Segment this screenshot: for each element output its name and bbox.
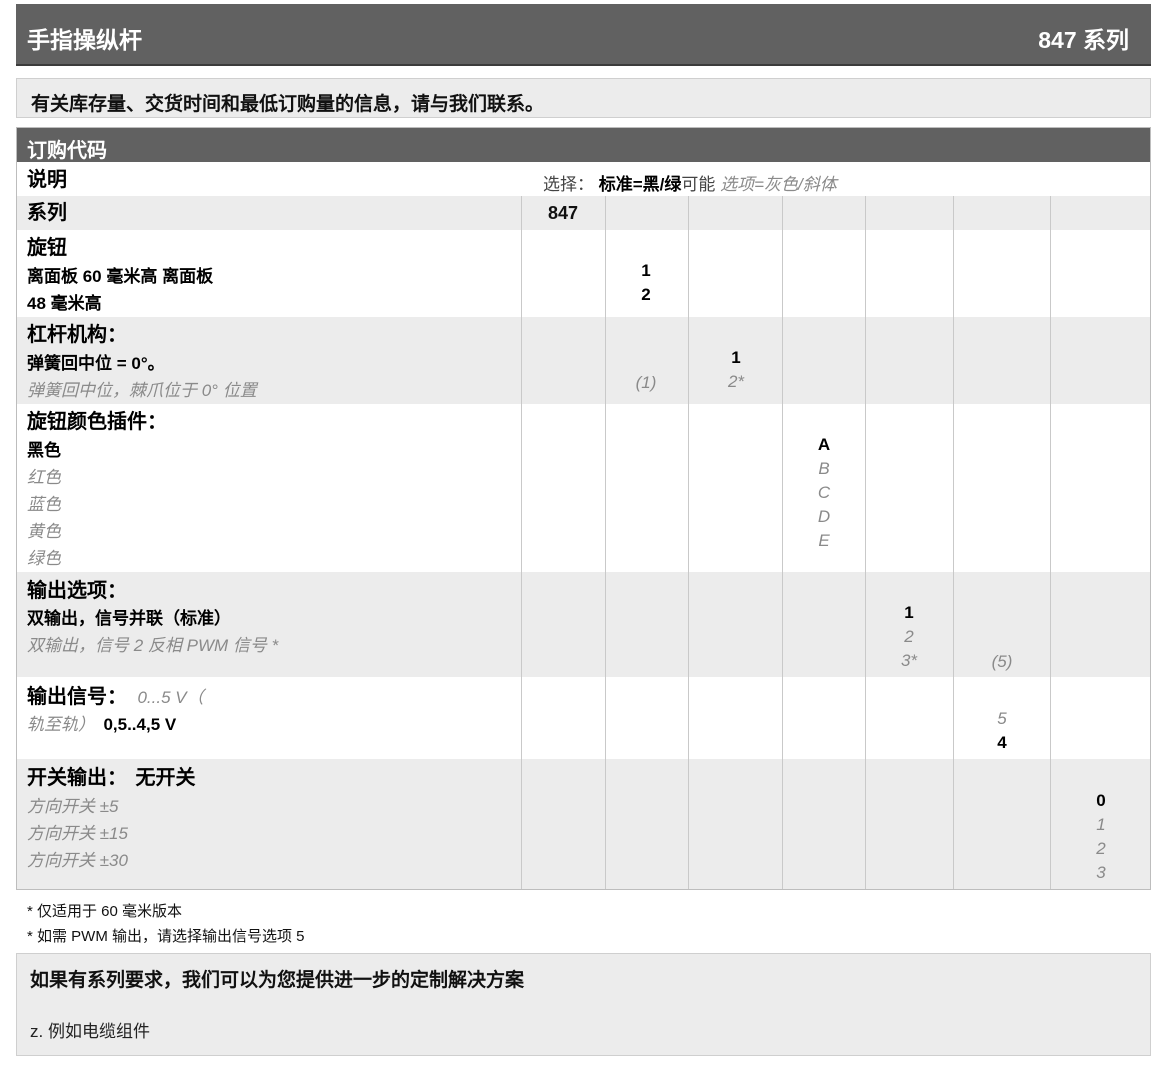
column-divider xyxy=(605,196,606,889)
output-code-1: 1 xyxy=(904,603,914,622)
column-divider xyxy=(782,196,783,889)
signal-line-2: 轨至轨） 0,5..4,5 V xyxy=(27,711,176,739)
table-header: 订购代码 xyxy=(17,128,1150,162)
color-blue: 蓝色 xyxy=(27,495,61,514)
switch-line-1: 开关输出： 无开关 xyxy=(27,765,195,793)
color-green: 绿色 xyxy=(27,549,61,568)
color-red: 红色 xyxy=(27,468,61,487)
column-divider xyxy=(953,196,954,889)
knob-code-1: 1 xyxy=(641,261,651,280)
footnote-2: * 如需 PWM 输出，请选择输出信号选项 5 xyxy=(27,928,305,945)
notice-box: 有关库存量、交货时间和最低订购量的信息，请与我们联系。 xyxy=(16,78,1151,118)
lever-option-detent: 弹簧回中位，棘爪位于 0° 位置 xyxy=(27,381,257,400)
signal-line-1: 输出信号： 0...5 V（ xyxy=(27,684,204,712)
color-code-a: A xyxy=(817,435,831,454)
lever-code-2: 2* xyxy=(727,372,745,391)
custom-solutions-box: 如果有系列要求，我们可以为您提供进一步的定制解决方案 z. 例如电缆组件 xyxy=(16,953,1151,1056)
column-divider xyxy=(521,196,522,889)
output-heading: 输出选项： xyxy=(27,580,127,602)
series-title: 847 系列 xyxy=(1038,27,1129,53)
lever-code-1: 1 xyxy=(731,348,741,367)
legend-text: 选择： 标准=黑/绿可能 选项=灰色/斜体 xyxy=(543,170,837,195)
signal-heading: 输出信号： xyxy=(27,686,127,708)
output-option-parallel: 双输出，信号并联（标准） xyxy=(27,609,231,628)
switch-option-15: 方向开关 ±15 xyxy=(27,824,128,843)
series-code: 847 xyxy=(548,203,579,223)
custom-title: 如果有系列要求，我们可以为您提供进一步的定制解决方案 xyxy=(30,970,525,991)
series-label: 系列 xyxy=(27,202,67,224)
knob-option-1: 离面板 60 毫米高 离面板 xyxy=(27,267,214,286)
column-divider xyxy=(688,196,689,889)
notice-text: 有关库存量、交货时间和最低订购量的信息，请与我们联系。 xyxy=(31,94,545,115)
output-option-inverted: 双输出，信号 2 反相 PWM 信号 * xyxy=(27,636,279,655)
switch-code-0: 0 xyxy=(1096,791,1106,810)
switch-option-5: 方向开关 ±5 xyxy=(27,797,119,816)
page-title: 手指操纵杆 xyxy=(27,27,142,53)
switch-standard: 无开关 xyxy=(135,767,196,789)
color-code-e: E xyxy=(818,531,830,550)
legend-options: 选项=灰色/斜体 xyxy=(720,175,837,194)
switch-heading: 开关输出： xyxy=(27,767,127,789)
footnote-1: * 仅适用于 60 毫米版本 xyxy=(27,903,183,920)
series-row-bg xyxy=(17,196,1150,230)
signal-code-5: 5 xyxy=(997,709,1007,728)
legend-standard: 标准=黑/绿 xyxy=(598,175,682,194)
column-divider xyxy=(1050,196,1051,889)
lever-heading: 杠杆机构： xyxy=(27,324,127,346)
lever-option-standard: 弹簧回中位 = 0°。 xyxy=(27,354,165,373)
color-yellow: 黄色 xyxy=(27,522,61,541)
color-code-d: D xyxy=(817,507,831,526)
legend-possible: 可能 xyxy=(681,175,716,194)
knob-heading: 旋钮 xyxy=(27,237,67,259)
signal-option-b: 轨至轨） xyxy=(27,715,95,734)
color-code-c: C xyxy=(817,483,831,502)
description-label: 说明 xyxy=(27,169,67,191)
switch-code-1: 1 xyxy=(1096,815,1106,834)
color-code-b: B xyxy=(818,459,830,478)
title-bar: 手指操纵杆 847 系列 xyxy=(16,4,1151,66)
switch-option-30: 方向开关 ±30 xyxy=(27,851,128,870)
output-code-paren: (5) xyxy=(991,652,1013,671)
lever-code-paren: (1) xyxy=(635,373,657,392)
signal-option-a: 0...5 V（ xyxy=(137,688,204,707)
knob-code-2: 2 xyxy=(641,285,651,304)
switch-code-3: 3 xyxy=(1096,863,1106,882)
color-heading: 旋钮颜色插件： xyxy=(27,411,167,433)
signal-code-4: 4 xyxy=(997,733,1007,752)
switch-code-2: 2 xyxy=(1096,839,1106,858)
knob-option-2: 48 毫米高 xyxy=(27,294,102,313)
legend-prefix: 选择： xyxy=(543,175,594,194)
output-code-3: 3* xyxy=(900,651,918,670)
custom-example: z. 例如电缆组件 xyxy=(30,1022,150,1041)
output-code-2: 2 xyxy=(904,627,914,646)
column-divider xyxy=(865,196,866,889)
signal-standard: 0,5..4,5 V xyxy=(103,715,177,734)
table-title: 订购代码 xyxy=(27,140,107,162)
color-black: 黑色 xyxy=(27,441,61,460)
